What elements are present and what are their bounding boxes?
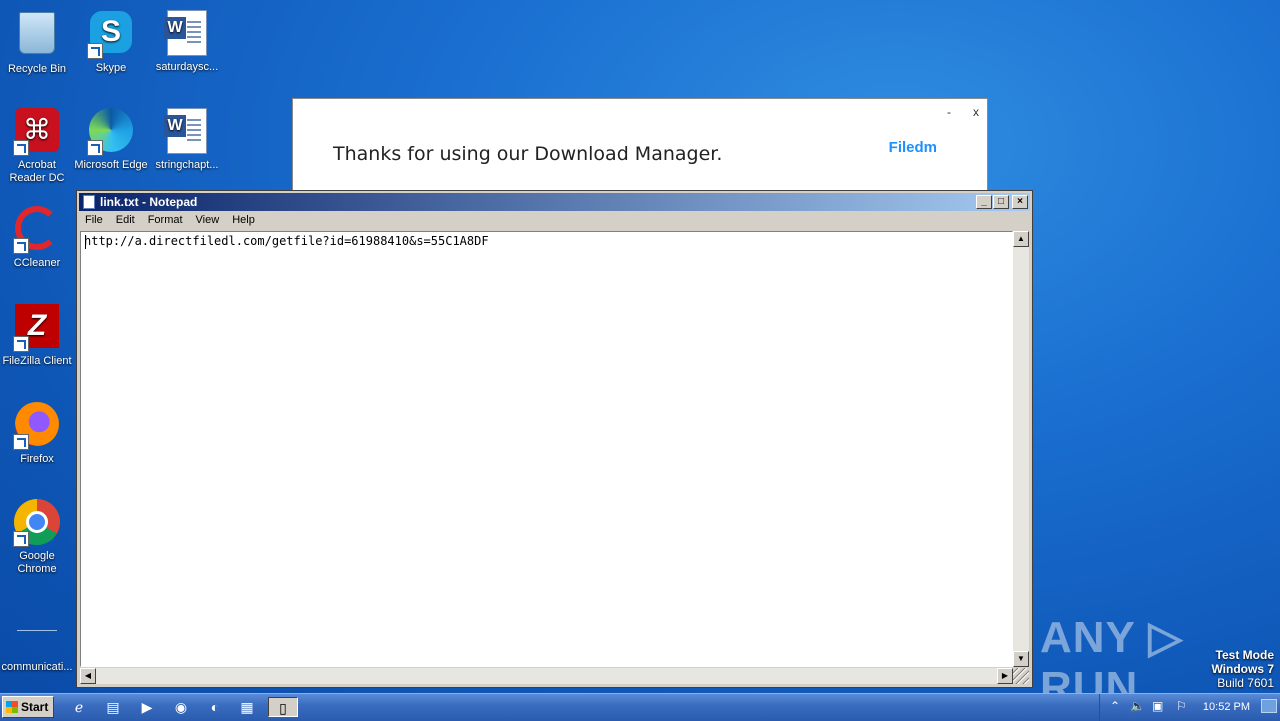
desktop-icon-communication[interactable]: communicati... (0, 596, 74, 674)
desktop-icon-label: Acrobat Reader DC (9, 159, 65, 184)
test-mode-line1: Test Mode (1215, 648, 1274, 662)
edge-icon[interactable]: ◐ (204, 697, 226, 717)
desktop-icon-label: Microsoft Edge (74, 159, 148, 171)
desktop-icon-label: communicati... (1, 661, 73, 673)
menu-edit[interactable]: Edit (110, 212, 142, 226)
start-button[interactable]: Start (2, 696, 54, 718)
chrome-icon (13, 499, 61, 547)
menu-format[interactable]: Format (142, 212, 190, 226)
window-title: link.txt - Notepad (100, 195, 198, 209)
desktop-icon-firefox[interactable]: Firefox (0, 400, 74, 466)
scroll-right-icon[interactable]: ▶ (997, 668, 1013, 684)
taskbar: Start ℯ ▤ ▶ ◉ ◐ ▦ ▯ ⌃ 🔈 ▣ ⚐ 10:52 PM (0, 693, 1280, 721)
chrome-icon[interactable]: ◉ (170, 697, 192, 717)
document-icon (13, 610, 61, 658)
desktop-icon-skype[interactable]: S Skype (74, 8, 148, 75)
notepad-titlebar[interactable]: link.txt - Notepad _ □ × (79, 193, 1030, 211)
flag-icon[interactable]: ⚐ (1176, 699, 1187, 713)
horizontal-scrollbar[interactable]: ◀ ▶ (80, 668, 1013, 684)
scroll-left-icon[interactable]: ◀ (80, 668, 96, 684)
desktop-icon-label: CCleaner (13, 257, 61, 269)
minimize-button[interactable]: _ (976, 195, 992, 209)
desktop-icon-chrome[interactable]: Google Chrome (0, 498, 74, 576)
editor-content: http://a.directfiledl.com/getfile?id=619… (84, 234, 489, 248)
desktop-icon-string-doc[interactable]: stringchapt... (150, 106, 224, 172)
word-document-icon (163, 108, 211, 156)
desktop-icon-saturday-doc[interactable]: saturdaysc... (150, 8, 224, 74)
desktop-icon-acrobat[interactable]: ⌘ Acrobat Reader DC (0, 106, 74, 185)
firefox-icon (13, 402, 61, 450)
maximize-button[interactable]: □ (993, 195, 1009, 209)
desktop-icon-recycle-bin[interactable]: Recycle Bin (0, 8, 74, 76)
word-document-icon (163, 10, 211, 58)
scroll-down-icon[interactable]: ▼ (1013, 651, 1029, 667)
desktop-icon-label: Recycle Bin (7, 63, 67, 75)
menu-view[interactable]: View (190, 212, 227, 226)
network-icon[interactable]: ▣ (1152, 699, 1163, 713)
show-desktop-button[interactable] (1261, 699, 1277, 713)
explorer-icon[interactable]: ▤ (102, 697, 124, 717)
vertical-scrollbar[interactable]: ▲ ▼ (1013, 231, 1029, 667)
desktop-icon-label: saturdaysc... (155, 61, 219, 73)
skype-icon: S (87, 11, 135, 59)
menu-bar: File Edit Format View Help (79, 212, 1030, 230)
popup-minimize-button[interactable]: - (947, 105, 951, 119)
download-manager-popup: - x Thanks for using our Download Manage… (292, 98, 988, 194)
text-caret (85, 235, 86, 249)
recycle-bin-icon (13, 12, 61, 60)
popup-message: Thanks for using our Download Manager. (333, 143, 723, 165)
system-tray: ⌃ 🔈 ▣ ⚐ 10:52 PM (1099, 694, 1280, 721)
volume-icon[interactable]: 🔈 (1130, 699, 1145, 713)
test-mode-line2: Windows 7 (1211, 662, 1274, 676)
notepad-taskbar-button[interactable]: ▯ (268, 697, 298, 717)
desktop-icon-label: FileZilla Client (2, 355, 72, 367)
test-mode-notice: Test Mode Windows 7 Build 7601 (1211, 648, 1274, 690)
desktop-icon-label: Firefox (20, 453, 54, 465)
desktop-icon-label: Google Chrome (17, 550, 57, 575)
desktop-icon-label: stringchapt... (155, 159, 219, 171)
start-label: Start (21, 700, 49, 714)
desktop-icon-ccleaner[interactable]: CCleaner (0, 204, 74, 270)
close-button[interactable]: × (1012, 195, 1028, 209)
notepad-icon (83, 195, 95, 209)
notepad-window: link.txt - Notepad _ □ × File Edit Format V… (76, 190, 1033, 688)
text-editor[interactable]: http://a.directfiledl.com/getfile?id=619… (80, 231, 1013, 667)
menu-file[interactable]: File (79, 212, 110, 226)
media-player-icon[interactable]: ▶ (136, 697, 158, 717)
desktop-icon-label: Skype (95, 62, 127, 74)
clock[interactable]: 10:52 PM (1203, 701, 1250, 713)
ie-icon[interactable]: ℯ (68, 697, 90, 717)
acrobat-icon: ⌘ (13, 108, 61, 156)
desktop-icon-edge[interactable]: Microsoft Edge (74, 106, 148, 172)
ccleaner-icon (13, 206, 61, 254)
filezilla-icon: Z (13, 304, 61, 352)
windows-logo-icon (6, 701, 18, 713)
popup-brand-logo: Filedm (888, 139, 937, 156)
desktop-icon-filezilla[interactable]: Z FileZilla Client (0, 302, 74, 368)
scroll-up-icon[interactable]: ▲ (1013, 231, 1029, 247)
menu-help[interactable]: Help (226, 212, 262, 226)
show-hidden-icons-icon[interactable]: ⌃ (1110, 699, 1120, 713)
test-mode-line3: Build 7601 (1217, 676, 1274, 690)
edge-icon (87, 108, 135, 156)
network-app-icon[interactable]: ▦ (236, 697, 258, 717)
resize-grip[interactable] (1013, 668, 1029, 684)
popup-close-button[interactable]: x (973, 105, 979, 119)
